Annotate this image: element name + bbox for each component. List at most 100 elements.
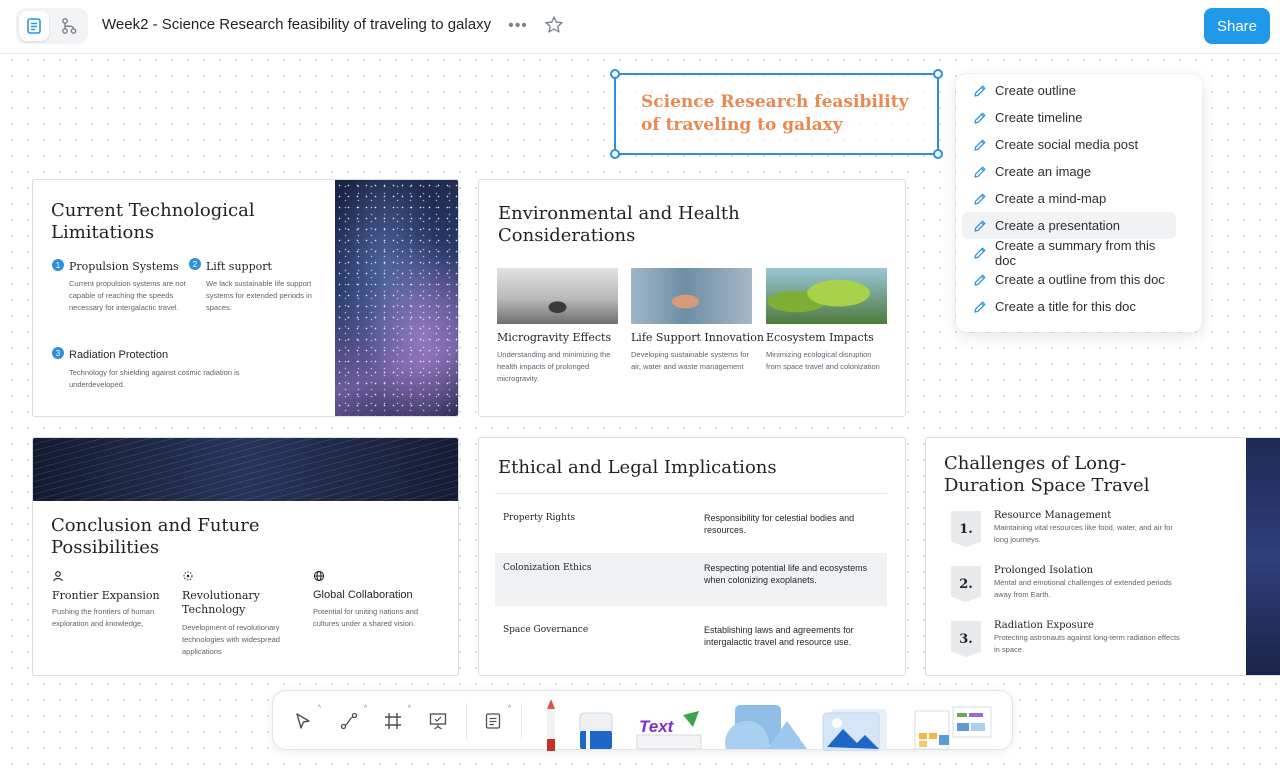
item-heading: Global Collaboration xyxy=(313,589,413,601)
globe-icon xyxy=(313,570,325,582)
item-heading: Lift support xyxy=(206,260,272,273)
ai-menu-item[interactable]: Create a outline from this doc xyxy=(962,266,1176,293)
table-value: Respecting potential life and ecosystems… xyxy=(704,563,868,585)
item-heading: Prolonged Isolation xyxy=(994,565,1094,576)
ai-menu-item[interactable]: Create a summary from this doc xyxy=(962,237,1176,268)
item-heading: Microgravity Effects xyxy=(497,331,612,344)
connector-tool-button[interactable]: ^ xyxy=(337,705,367,733)
ai-menu-item[interactable]: Create timeline xyxy=(962,104,1176,131)
slide-card-environmental-health[interactable]: Environmental and Health Considerations … xyxy=(478,179,906,417)
canvas-view-button[interactable] xyxy=(54,11,84,41)
ai-menu-item[interactable]: Create a mind-map xyxy=(962,185,1176,212)
shape-tool-icon[interactable] xyxy=(721,703,807,749)
pen-tool-icon[interactable] xyxy=(538,699,564,751)
pencil-icon xyxy=(974,112,986,124)
template-tool-icon[interactable] xyxy=(913,705,993,751)
item-description: Maintaining vital resources like food, w… xyxy=(994,523,1173,544)
item-heading: Resource Management xyxy=(994,510,1112,521)
item-heading: Propulsion Systems xyxy=(69,260,179,273)
ai-menu-item[interactable]: Create an image xyxy=(962,158,1176,185)
pencil-icon xyxy=(974,166,986,178)
document-view-button[interactable] xyxy=(19,11,49,41)
number-badge: 2 xyxy=(189,258,201,270)
person-icon xyxy=(53,571,63,582)
item-heading: Life Support Innovation xyxy=(631,331,764,344)
card-title: Challenges of Long-Duration Space Travel xyxy=(944,453,1150,496)
table-row: Space Governance Establishing laws and a… xyxy=(495,616,887,656)
step-badge: 2. xyxy=(951,566,981,602)
ai-menu-item[interactable]: Create outline xyxy=(962,77,1176,104)
card-title: Environmental and Health Considerations xyxy=(498,203,740,246)
table-value: Responsibility for celestial bodies and … xyxy=(704,513,855,535)
document-title[interactable]: Week2 - Science Research feasibility of … xyxy=(102,16,491,33)
share-button[interactable]: Share xyxy=(1204,8,1270,44)
toolbar-divider xyxy=(521,703,522,739)
image-tool-icon[interactable] xyxy=(821,707,889,751)
selected-text[interactable]: Science Research feasibility of travelin… xyxy=(641,91,931,137)
item-description: Pushing the frontiers of human explorati… xyxy=(52,607,155,628)
chevron-up-icon: ^ xyxy=(363,705,367,712)
item-description: Current propulsion systems are not capab… xyxy=(69,279,186,312)
pencil-icon xyxy=(974,247,986,259)
ai-menu-item-label: Create outline xyxy=(995,83,1076,98)
microgravity-image xyxy=(497,268,618,324)
ai-menu-item-label: Create a mind-map xyxy=(995,191,1107,206)
resize-handle-bottom-left[interactable] xyxy=(610,149,620,159)
ai-menu-item-label: Create an image xyxy=(995,164,1092,179)
card-title: Conclusion and Future Possibilities xyxy=(51,515,260,558)
table-value: Establishing laws and agreements for int… xyxy=(704,625,854,647)
cursor-icon xyxy=(296,713,310,729)
network-icon xyxy=(183,571,193,581)
resize-handle-top-right[interactable] xyxy=(933,69,943,79)
step-badge: 1. xyxy=(951,511,981,547)
resize-handle-top-left[interactable] xyxy=(610,69,620,79)
note-icon xyxy=(485,713,501,729)
document-icon xyxy=(27,18,41,34)
chevron-up-icon: ^ xyxy=(407,705,411,712)
selected-text-box[interactable]: Science Research feasibility of travelin… xyxy=(610,69,943,159)
number-badge: 1 xyxy=(52,259,64,271)
item-description: Developing sustainable systems for air, … xyxy=(631,350,749,371)
pencil-icon xyxy=(974,139,986,151)
connector-icon xyxy=(340,712,358,730)
select-tool-button[interactable]: ^ xyxy=(291,705,321,733)
slide-card-conclusion[interactable]: Conclusion and Future Possibilities Fron… xyxy=(32,437,459,676)
view-toggle xyxy=(16,8,88,44)
text-sticker-label: Text xyxy=(639,717,674,736)
chevron-up-icon: ^ xyxy=(317,705,321,712)
bottom-toolbar: ^ ^ ^ ^ Text xyxy=(272,690,1013,751)
favorite-button[interactable] xyxy=(542,13,566,37)
slide-card-challenges[interactable]: Challenges of Long-Duration Space Travel… xyxy=(925,437,1280,676)
item-description: Mental and emotional challenges of exten… xyxy=(994,578,1172,599)
frame-tool-button[interactable]: ^ xyxy=(381,705,411,733)
presentation-tool-button[interactable] xyxy=(426,709,450,733)
slide-card-ethical-legal[interactable]: Ethical and Legal Implications Property … xyxy=(478,437,906,676)
ai-menu-item-label: Create a summary from this doc xyxy=(995,237,1156,268)
ai-actions-menu: Create outline Create timeline Create soci… xyxy=(956,74,1202,332)
ai-menu-item[interactable]: Create social media post xyxy=(962,131,1176,158)
pencil-icon xyxy=(974,301,986,313)
item-description: Potential for uniting nations and cultur… xyxy=(313,607,419,628)
ai-menu-item[interactable]: Create a title for this doc xyxy=(962,293,1176,320)
step-badge: 3. xyxy=(951,621,981,657)
slide-card-technological-limitations[interactable]: Current Technological Limitations 1 Prop… xyxy=(32,179,459,417)
pencil-icon xyxy=(974,193,986,205)
item-heading: Radiation Protection xyxy=(69,349,169,361)
table-row: Colonization Ethics Respecting potential… xyxy=(495,553,887,606)
eraser-tool-icon[interactable] xyxy=(578,711,614,751)
ai-menu-item[interactable]: Create a presentation xyxy=(962,212,1176,239)
frame-icon xyxy=(385,713,401,729)
presentation-icon xyxy=(429,713,447,730)
more-options-button[interactable]: ••• xyxy=(506,14,530,38)
ai-menu-item-label: Create timeline xyxy=(995,110,1083,125)
galaxy-image xyxy=(335,180,458,416)
card-title: Current Technological Limitations xyxy=(51,200,255,243)
item-description: Protecting astronauts against long-term … xyxy=(994,633,1180,654)
resize-handle-bottom-right[interactable] xyxy=(933,149,943,159)
pencil-icon xyxy=(974,220,986,232)
item-heading: Radiation Exposure xyxy=(994,620,1094,631)
note-tool-button[interactable]: ^ xyxy=(481,705,511,733)
item-description: Development of revolutionary technologie… xyxy=(182,623,280,656)
text-tool-button[interactable]: Text xyxy=(633,709,705,750)
ai-menu-item-label: Create social media post xyxy=(995,137,1139,152)
